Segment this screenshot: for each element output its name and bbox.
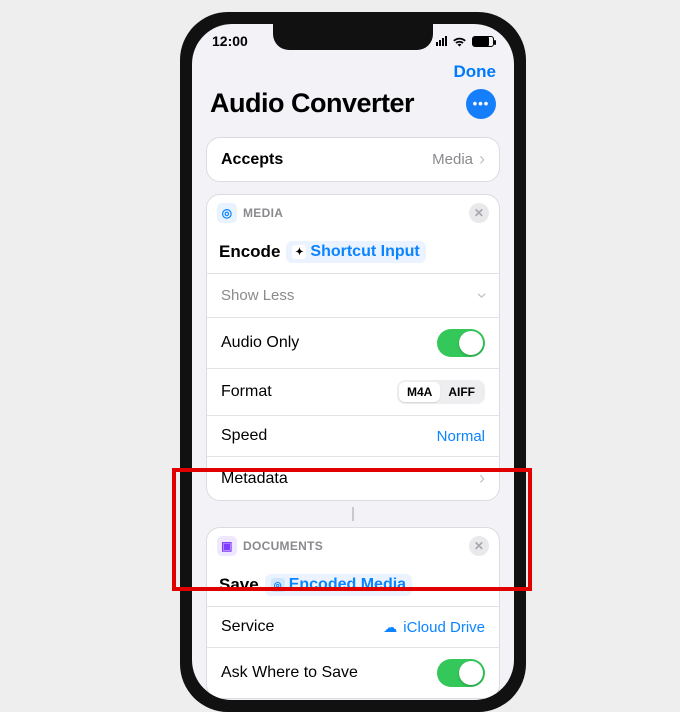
ask-where-row: Ask Where to Save — [207, 647, 499, 698]
ask-where-toggle[interactable] — [437, 659, 485, 687]
cloud-icon: ☁︎ — [383, 619, 397, 636]
encode-verb: Encode — [219, 242, 280, 262]
more-button[interactable]: ••• — [466, 89, 496, 119]
shortcut-input-token[interactable]: ✦ Shortcut Input — [286, 241, 425, 263]
encoded-media-token[interactable]: ◎ Encoded Media — [265, 574, 412, 596]
clock: 12:00 — [212, 33, 248, 49]
media-card: ◎ MEDIA ✕ Encode ✦ Shortcut Input Show L… — [206, 194, 500, 501]
service-label: Service — [221, 618, 274, 636]
encode-action-row[interactable]: Encode ✦ Shortcut Input — [207, 231, 499, 273]
show-less-row[interactable]: Show Less › — [207, 273, 499, 317]
documents-card: ▣ DOCUMENTS ✕ Save ◎ Encoded Media Servi… — [206, 527, 500, 699]
cellular-icon — [436, 36, 447, 46]
format-segmented[interactable]: M4A AIFF — [397, 380, 485, 404]
media-section-label: MEDIA — [243, 206, 283, 220]
audio-only-label: Audio Only — [221, 334, 299, 352]
speed-label: Speed — [221, 427, 267, 445]
chevron-right-icon: › — [479, 149, 485, 170]
format-label: Format — [221, 383, 272, 401]
wifi-icon — [452, 36, 467, 47]
magic-variable-icon: ✦ — [292, 245, 306, 259]
token-text: Shortcut Input — [310, 243, 419, 261]
speed-row[interactable]: Speed Normal — [207, 415, 499, 456]
close-icon[interactable]: ✕ — [469, 203, 489, 223]
close-icon[interactable]: ✕ — [469, 536, 489, 556]
notch — [273, 24, 433, 50]
media-app-icon: ◎ — [217, 203, 237, 223]
metadata-row[interactable]: Metadata › — [207, 456, 499, 500]
accepts-card[interactable]: Accepts Media › — [206, 137, 500, 182]
format-option-m4a[interactable]: M4A — [399, 382, 440, 402]
accepts-label: Accepts — [221, 151, 283, 169]
chevron-down-icon: › — [472, 293, 493, 299]
header: Done Audio Converter ••• — [192, 58, 514, 127]
documents-section-label: DOCUMENTS — [243, 539, 323, 553]
format-option-aiff[interactable]: AIFF — [440, 382, 483, 402]
token-text: Encoded Media — [289, 576, 406, 594]
media-card-header: ◎ MEDIA ✕ — [207, 195, 499, 231]
format-row: Format M4A AIFF — [207, 368, 499, 415]
audio-only-row: Audio Only — [207, 317, 499, 368]
save-action-row[interactable]: Save ◎ Encoded Media — [207, 564, 499, 606]
audio-only-toggle[interactable] — [437, 329, 485, 357]
content-area: Accepts Media › ◎ MEDIA ✕ Encode — [192, 127, 514, 700]
documents-app-icon: ▣ — [217, 536, 237, 556]
battery-icon — [472, 36, 494, 47]
done-button[interactable]: Done — [454, 62, 497, 81]
ask-where-label: Ask Where to Save — [221, 664, 358, 682]
service-row[interactable]: Service ☁︎ iCloud Drive — [207, 606, 499, 647]
phone-frame: 12:00 Done Audio Converter ••• — [180, 12, 526, 712]
connector-line — [352, 507, 354, 521]
accepts-value: Media — [432, 151, 473, 168]
chevron-right-icon: › — [479, 468, 485, 489]
page-title: Audio Converter — [210, 88, 414, 119]
service-value: iCloud Drive — [403, 619, 485, 636]
speed-value: Normal — [437, 428, 485, 445]
metadata-label: Metadata — [221, 470, 288, 488]
phone-screen: 12:00 Done Audio Converter ••• — [192, 24, 514, 700]
status-icons — [436, 34, 494, 48]
media-result-icon: ◎ — [271, 578, 285, 592]
show-less-label: Show Less — [221, 287, 294, 304]
save-verb: Save — [219, 575, 259, 595]
documents-card-header: ▣ DOCUMENTS ✕ — [207, 528, 499, 564]
